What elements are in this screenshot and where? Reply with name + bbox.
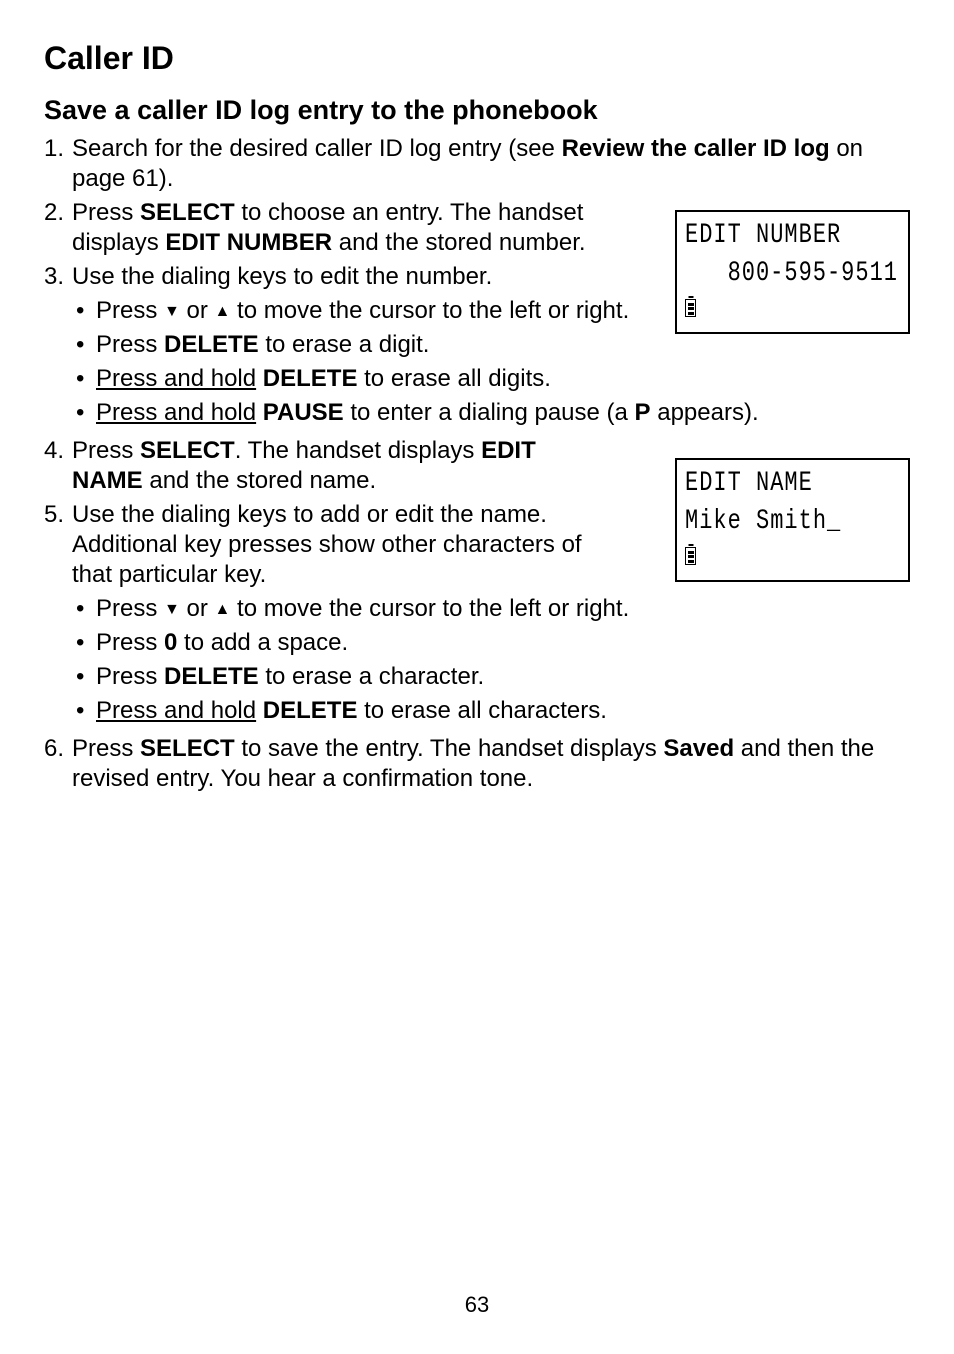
lcd-panel-edit-number: EDIT NUMBER 800-595-9511 (675, 210, 910, 334)
bold-key: Saved (663, 735, 734, 762)
step-number: 2. (44, 198, 72, 258)
step-number: 6. (44, 734, 72, 794)
bullet-body: Press ▼ or ▲ to move the cursor to the l… (96, 594, 910, 624)
step-body: Press SELECT. The handset displays EDIT … (72, 436, 592, 496)
bold-key: PAUSE (263, 399, 344, 426)
sub-bullet: • Press and hold PAUSE to enter a dialin… (72, 398, 910, 428)
bold-key: 0 (164, 629, 177, 656)
content-area: 1. Search for the desired caller ID log … (44, 134, 910, 794)
step-number: 1. (44, 134, 72, 194)
text: Press (72, 437, 140, 464)
bullet-body: Press 0 to add a space. (96, 628, 910, 658)
bullet-dot: • (72, 696, 96, 726)
lcd-line: EDIT NUMBER (685, 218, 900, 252)
text: Search for the desired caller ID log ent… (72, 135, 562, 162)
bullet-dot: • (72, 296, 96, 326)
sub-bullet: • Press DELETE to erase a digit. (72, 330, 910, 360)
text: . The handset displays (235, 437, 481, 464)
bullet-dot: • (72, 398, 96, 428)
step-body: Press SELECT to choose an entry. The han… (72, 198, 592, 258)
step-number: 4. (44, 436, 72, 496)
page-title-h2: Save a caller ID log entry to the phoneb… (44, 95, 910, 126)
bullet-body: Press DELETE to erase a digit. (96, 330, 910, 360)
lcd-panel-edit-name: EDIT NAME Mike Smith_ (675, 458, 910, 582)
bullet-dot: • (72, 628, 96, 658)
bold-key: EDIT NUMBER (165, 229, 332, 256)
step-1: 1. Search for the desired caller ID log … (44, 134, 910, 194)
bold-key: SELECT (140, 199, 235, 226)
text: Use the dialing keys to add or edit the … (72, 500, 592, 590)
bullet-body: Press DELETE to erase a character. (96, 662, 910, 692)
text: or (180, 297, 215, 324)
text: Press (96, 297, 164, 324)
text: to erase all characters. (357, 697, 606, 724)
step-body: Search for the desired caller ID log ent… (72, 134, 872, 194)
text: Press (96, 331, 164, 358)
triangle-down-icon: ▼ (164, 601, 180, 618)
bullet-body: Press and hold PAUSE to enter a dialing … (96, 398, 910, 428)
text: appears). (651, 399, 759, 426)
text: Press (72, 199, 140, 226)
sub-bullet-list: • Press ▼ or ▲ to move the cursor to the… (72, 594, 910, 726)
text: Use the dialing keys to edit the number. (72, 263, 492, 290)
bullet-dot: • (72, 330, 96, 360)
battery-icon (685, 545, 900, 575)
sub-bullet: • Press ▼ or ▲ to move the cursor to the… (72, 594, 910, 624)
bullet-body: Press and hold DELETE to erase all chara… (96, 696, 910, 726)
underline-text: Press and hold (96, 365, 256, 392)
bold-key: P (635, 399, 651, 426)
sub-bullet: • Press 0 to add a space. (72, 628, 910, 658)
sub-bullet: • Press and hold DELETE to erase all cha… (72, 696, 910, 726)
text (256, 365, 263, 392)
bold-ref: Review the caller ID log (562, 135, 830, 162)
text (256, 399, 263, 426)
step-body: Press SELECT to save the entry. The hand… (72, 734, 910, 794)
bold-key: DELETE (263, 365, 358, 392)
text: Press (96, 663, 164, 690)
text: Press (72, 735, 140, 762)
text: to erase a character. (259, 663, 484, 690)
page-number: 63 (0, 1292, 954, 1318)
bullet-dot: • (72, 662, 96, 692)
text: to move the cursor to the left or right. (230, 297, 629, 324)
underline-text: Press and hold (96, 697, 256, 724)
text: Press (96, 595, 164, 622)
sub-bullet: • Press and hold DELETE to erase all dig… (72, 364, 910, 394)
lcd-line: EDIT NAME (685, 466, 900, 500)
bullet-body: Press and hold DELETE to erase all digit… (96, 364, 910, 394)
text: and the stored name. (143, 467, 376, 494)
bold-key: SELECT (140, 437, 235, 464)
text (256, 697, 263, 724)
step-number: 5. (44, 500, 72, 730)
text: to enter a dialing pause (a (344, 399, 635, 426)
text: and the stored number. (332, 229, 586, 256)
bold-key: DELETE (164, 331, 259, 358)
sub-bullet: • Press DELETE to erase a character. (72, 662, 910, 692)
triangle-up-icon: ▲ (215, 303, 231, 320)
bold-key: DELETE (263, 697, 358, 724)
lcd-line: 800-595-9511 (685, 256, 900, 290)
triangle-up-icon: ▲ (215, 601, 231, 618)
text: to move the cursor to the left or right. (230, 595, 629, 622)
text: or (180, 595, 215, 622)
bullet-dot: • (72, 594, 96, 624)
text: Press (96, 629, 164, 656)
step-6: 6. Press SELECT to save the entry. The h… (44, 734, 910, 794)
lcd-line: Mike Smith_ (685, 504, 900, 538)
text: to erase all digits. (357, 365, 550, 392)
page-title-h1: Caller ID (44, 40, 910, 77)
step-number: 3. (44, 262, 72, 432)
text: to save the entry. The handset displays (235, 735, 664, 762)
bold-key: SELECT (140, 735, 235, 762)
triangle-down-icon: ▼ (164, 303, 180, 320)
underline-text: Press and hold (96, 399, 256, 426)
battery-icon (685, 297, 900, 327)
text: to add a space. (177, 629, 348, 656)
bullet-dot: • (72, 364, 96, 394)
text: to erase a digit. (259, 331, 430, 358)
bold-key: DELETE (164, 663, 259, 690)
